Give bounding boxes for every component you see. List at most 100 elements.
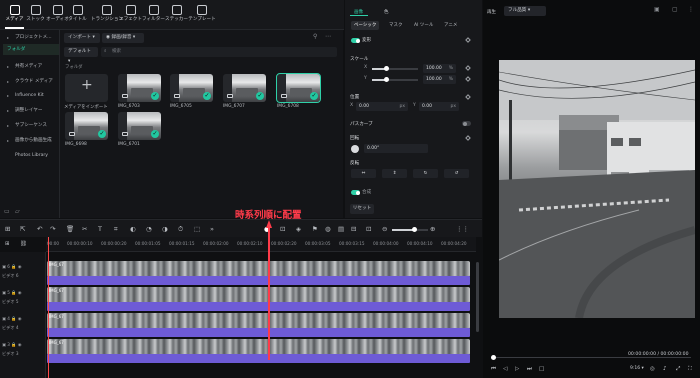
caption-icon[interactable]: ▤: [338, 225, 344, 233]
subtab-basic[interactable]: ベーシック: [351, 21, 380, 30]
speed-icon[interactable]: ◔: [146, 225, 152, 233]
delete-icon[interactable]: 🗑: [66, 225, 74, 233]
eye-icon[interactable]: ◉: [18, 290, 22, 295]
subtab-mask[interactable]: マスク: [386, 21, 406, 30]
zoom-slider[interactable]: [392, 227, 428, 232]
adjust-icon[interactable]: ◐: [130, 225, 136, 233]
play-icon[interactable]: ▷: [515, 366, 519, 372]
undo-icon[interactable]: ↶: [37, 225, 42, 233]
fullscreen-icon[interactable]: ⤢: [676, 366, 680, 373]
media-thumb-selected[interactable]: ✓: [276, 73, 321, 103]
search-input[interactable]: ⌕ 検索: [101, 47, 337, 57]
play-reverse-icon[interactable]: ◁: [503, 366, 507, 372]
subtab-ai-tools[interactable]: AI ツール: [411, 21, 436, 30]
select-tool-icon[interactable]: ⇱: [20, 225, 25, 233]
scale-y-slider[interactable]: [372, 77, 418, 82]
flip-vertical-button[interactable]: ⇕: [382, 169, 407, 178]
timeline-clip[interactable]: IMG_67: [47, 339, 470, 355]
more-icon[interactable]: ⋯: [325, 33, 331, 40]
toolbar-template[interactable]: テンプレート: [186, 5, 218, 22]
scale-x-slider[interactable]: [372, 66, 418, 71]
prev-frame-icon[interactable]: ⏮: [491, 366, 496, 373]
shield-icon[interactable]: ◈: [296, 225, 301, 233]
sidebar-item-shared-media[interactable]: ▸ 共有メディア: [3, 61, 59, 72]
slider-knob[interactable]: [384, 66, 389, 71]
mic-icon[interactable]: ◍: [325, 225, 331, 233]
flip-horizontal-button[interactable]: ⇔: [351, 169, 376, 178]
timeline-clip[interactable]: IMG_67: [47, 261, 470, 277]
record-button[interactable]: ◉ 録画/録音 ▾: [102, 33, 144, 43]
sort-dropdown[interactable]: デフォルト ▾: [64, 47, 98, 64]
link-icon[interactable]: ⛓: [20, 241, 27, 247]
volume-icon[interactable]: ♪: [663, 366, 667, 372]
text-icon[interactable]: T: [98, 225, 102, 233]
pos-y-field[interactable]: 0.00 px: [419, 102, 459, 111]
sidebar-item-project[interactable]: ▸ プロジェクトメ...: [3, 32, 59, 43]
sidebar-item-influence-kit[interactable]: ▸ Influence Kit: [3, 90, 59, 101]
camera-icon[interactable]: ◎: [650, 366, 655, 372]
media-thumb[interactable]: ✓: [118, 74, 161, 102]
display-icon[interactable]: ▢: [672, 6, 678, 13]
eye-icon[interactable]: ◉: [18, 316, 22, 321]
import-button[interactable]: インポート ▾: [64, 33, 100, 43]
zoom-in-icon[interactable]: ⊕: [430, 225, 435, 233]
crop-frame-icon[interactable]: ⬚: [194, 225, 200, 233]
slider-knob[interactable]: [412, 227, 417, 232]
rotate-field[interactable]: 0.00°: [364, 144, 428, 153]
lock-icon[interactable]: 🔒: [11, 264, 16, 269]
eye-icon[interactable]: ◉: [18, 264, 22, 269]
path-curve-toggle[interactable]: [462, 121, 471, 126]
sidebar-item-subsequence[interactable]: ▸ サブシーケンス: [3, 120, 59, 131]
next-frame-icon[interactable]: ⏭: [527, 366, 532, 373]
pos-x-field[interactable]: 0.00 px: [356, 102, 408, 111]
split-icon[interactable]: ✂: [82, 225, 87, 233]
quality-dropdown[interactable]: フル品質 ▾: [504, 6, 546, 16]
sidebar-item-cloud-media[interactable]: ▸ クラウド メディア: [3, 76, 59, 87]
add-track-icon[interactable]: ⊞: [5, 241, 10, 247]
import-media-tile[interactable]: +: [65, 74, 108, 102]
expand-icon[interactable]: ⛶: [688, 366, 692, 373]
render-icon[interactable]: ⊡: [280, 225, 285, 233]
redo-icon[interactable]: ↷: [50, 225, 55, 233]
color-icon[interactable]: ◑: [162, 225, 168, 233]
media-thumb[interactable]: ✓: [223, 74, 266, 102]
sidebar-item-folder[interactable]: フォルダ: [3, 44, 59, 55]
reset-button[interactable]: リセット: [350, 204, 374, 214]
snapshot-icon[interactable]: ▣: [654, 6, 660, 13]
composite-toggle[interactable]: [351, 190, 360, 195]
zoom-fit-icon[interactable]: ⊡: [366, 225, 371, 233]
more-icon[interactable]: »: [210, 225, 214, 233]
lock-icon[interactable]: 🔒: [11, 316, 16, 321]
sidebar-item-photos-library[interactable]: Photos Library: [3, 150, 59, 161]
grid-icon[interactable]: ⋮⋮: [456, 225, 469, 233]
rotate-dial[interactable]: [351, 145, 359, 153]
tab-color[interactable]: 色: [384, 9, 389, 15]
folder-icon[interactable]: ▱: [15, 208, 20, 215]
lock-icon[interactable]: 🔒: [11, 290, 16, 295]
scale-x-field[interactable]: 100.00%: [423, 64, 456, 73]
timeline-clip[interactable]: IMG_67: [47, 313, 470, 329]
lock-icon[interactable]: 🔒: [11, 342, 16, 347]
media-thumb[interactable]: ✓: [65, 112, 108, 140]
layout-icon[interactable]: ⊞: [5, 225, 10, 233]
new-folder-icon[interactable]: ▭: [4, 208, 10, 215]
subtab-animation[interactable]: アニメ: [441, 21, 460, 30]
scale-y-field[interactable]: 100.00%: [423, 75, 456, 84]
timeline-scrollbar[interactable]: [476, 262, 479, 332]
stop-icon[interactable]: □: [539, 366, 544, 372]
media-thumb[interactable]: ✓: [118, 112, 161, 140]
playhead[interactable]: [48, 237, 50, 378]
marker-icon[interactable]: ⚑: [312, 225, 318, 233]
toolbar-title[interactable]: タイトル: [64, 5, 91, 22]
rotate-cw-button[interactable]: ↻: [413, 169, 438, 178]
sidebar-item-adjustment-layer[interactable]: ▸ 調整レイヤー: [3, 105, 59, 116]
crop-icon[interactable]: ⌗: [114, 225, 118, 234]
sidebar-item-image-to-video[interactable]: ▸ 画像から動画生成: [3, 135, 59, 146]
slider-knob[interactable]: [384, 77, 389, 82]
eye-icon[interactable]: ◉: [18, 342, 22, 347]
transform-toggle[interactable]: [351, 38, 360, 43]
more-icon[interactable]: ⋮: [688, 6, 694, 13]
timeline-clip[interactable]: IMG_67: [47, 287, 470, 303]
aspect-ratio-icon[interactable]: 9:16 ▾: [630, 366, 644, 371]
snap-icon[interactable]: ⊟: [351, 225, 356, 233]
